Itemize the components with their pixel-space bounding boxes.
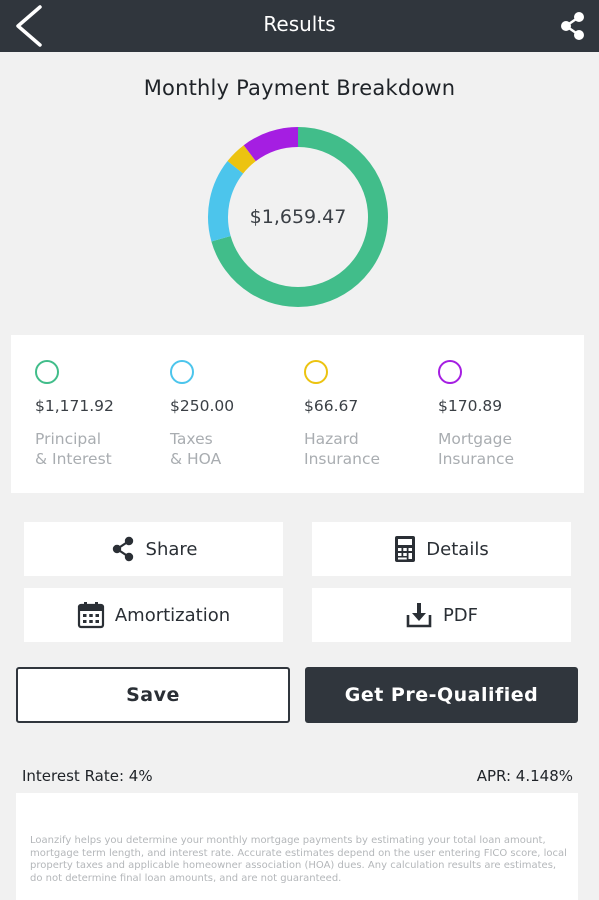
legend-value: $170.89: [438, 397, 503, 415]
save-button[interactable]: Save: [16, 667, 290, 723]
share-icon: [561, 12, 584, 40]
pdf-button[interactable]: PDF: [312, 588, 571, 642]
payment-legend: $1,171.92 Principal & Interest $250.00 T…: [11, 335, 584, 493]
details-button[interactable]: Details: [312, 522, 571, 576]
legend-label: Hazard Insurance: [304, 430, 381, 468]
pdf-button-label: PDF: [442, 604, 479, 626]
breakdown-title: Monthly Payment Breakdown: [143, 76, 456, 100]
disclaimer-text: Loanzify helps you determine your monthl…: [30, 835, 567, 884]
donut-slice-mortgage-insurance: [243, 127, 299, 162]
legend-color-ring: [35, 360, 59, 384]
apr-rate: APR: 4.148%: [476, 767, 573, 785]
calendar-icon: [77, 602, 104, 629]
details-button-label: Details: [426, 538, 489, 560]
legend-value: $1,171.92: [35, 397, 114, 415]
disclaimer-card: Loanzify helps you determine your monthl…: [16, 793, 578, 900]
legend-color-ring: [170, 360, 194, 384]
share-header-button[interactable]: [557, 10, 589, 42]
share-button-label: Share: [145, 538, 198, 560]
top-app-bar: Results: [0, 0, 599, 52]
legend-value: $66.67: [304, 397, 359, 415]
get-pre-qualified-button[interactable]: Get Pre-Qualified: [305, 667, 578, 723]
amortization-button-label: Amortization: [114, 604, 231, 626]
legend-color-ring: [438, 360, 462, 384]
legend-value: $250.00: [170, 397, 235, 415]
share-icon: [112, 536, 133, 562]
legend-label: Mortgage Insurance: [438, 430, 515, 468]
donut-total-amount: $1,659.47: [249, 206, 347, 228]
share-button[interactable]: Share: [24, 522, 283, 576]
legend-color-ring: [304, 360, 328, 384]
donut-slice-taxes-hoa: [208, 161, 244, 242]
legend-item-hazard-insurance: $66.67 Hazard Insurance: [280, 335, 415, 493]
legend-item-taxes-hoa: $250.00 Taxes & HOA: [146, 335, 281, 493]
legend-item-principal-interest: $1,171.92 Principal & Interest: [11, 335, 146, 493]
amortization-button[interactable]: Amortization: [24, 588, 283, 642]
calculator-icon: [395, 536, 416, 562]
download-icon: [406, 603, 432, 628]
legend-label: Taxes & HOA: [170, 430, 222, 468]
interest-rate: Interest Rate: 4%: [22, 767, 153, 785]
legend-label: Principal & Interest: [35, 430, 112, 468]
legend-item-mortgage-insurance: $170.89 Mortgage Insurance: [414, 335, 549, 493]
page-title: Results: [263, 12, 336, 36]
rate-summary: Interest Rate: 4% APR: 4.148%: [22, 767, 573, 785]
donut-slice-hazard-insurance: [227, 145, 257, 174]
